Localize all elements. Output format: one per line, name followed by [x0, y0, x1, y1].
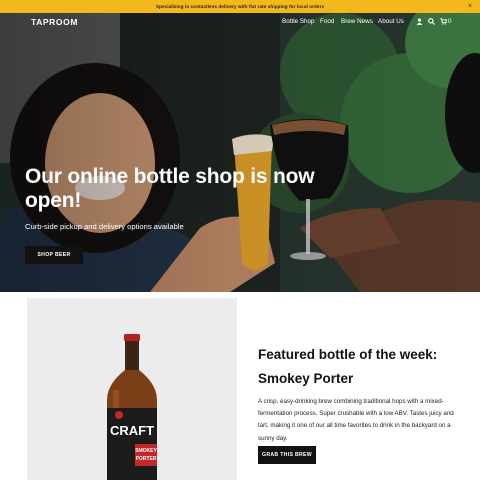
- nav-about-us[interactable]: About Us: [378, 18, 404, 25]
- grab-this-brew-button[interactable]: GRAB THIS BREW: [258, 446, 316, 464]
- announcement-bar: Specializing in contactless delivery wit…: [0, 0, 480, 13]
- shop-beer-button[interactable]: SHOP BEER: [25, 246, 83, 264]
- logo[interactable]: TAPROOM: [31, 17, 78, 27]
- featured-product-name: Smokey Porter: [258, 371, 354, 386]
- nav-brew-news[interactable]: Brew News: [341, 18, 373, 25]
- beer-bottle-image: CRAFT SMOKEY PORTER: [107, 334, 157, 480]
- close-icon[interactable]: ×: [468, 2, 472, 11]
- nav-bottle-shop[interactable]: Bottle Shop: [282, 18, 315, 25]
- announcement-text: Specializing in contactless delivery wit…: [155, 4, 325, 9]
- hero-subtitle: Curb-side pickup and delivery options av…: [25, 222, 184, 231]
- search-icon[interactable]: [428, 18, 435, 28]
- bottle-label-porter: PORTER: [136, 456, 157, 462]
- featured-heading: Featured bottle of the week:: [258, 347, 438, 362]
- cart-icon[interactable]: [440, 18, 448, 28]
- user-icon[interactable]: [416, 18, 423, 28]
- cart-count[interactable]: 0: [448, 18, 452, 25]
- hero-title: Our online bottle shop is now open!: [25, 165, 315, 212]
- product-image-panel: CRAFT SMOKEY PORTER: [27, 298, 237, 480]
- nav-food[interactable]: Food: [320, 18, 334, 25]
- featured-description: A crisp, easy-drinking brew combining tr…: [258, 398, 454, 442]
- bottle-label-smokey: SMOKEY: [135, 448, 157, 454]
- site-header: TAPROOM Bottle Shop Food Brew News About…: [0, 13, 480, 32]
- bottle-label-craft: CRAFT: [110, 423, 154, 438]
